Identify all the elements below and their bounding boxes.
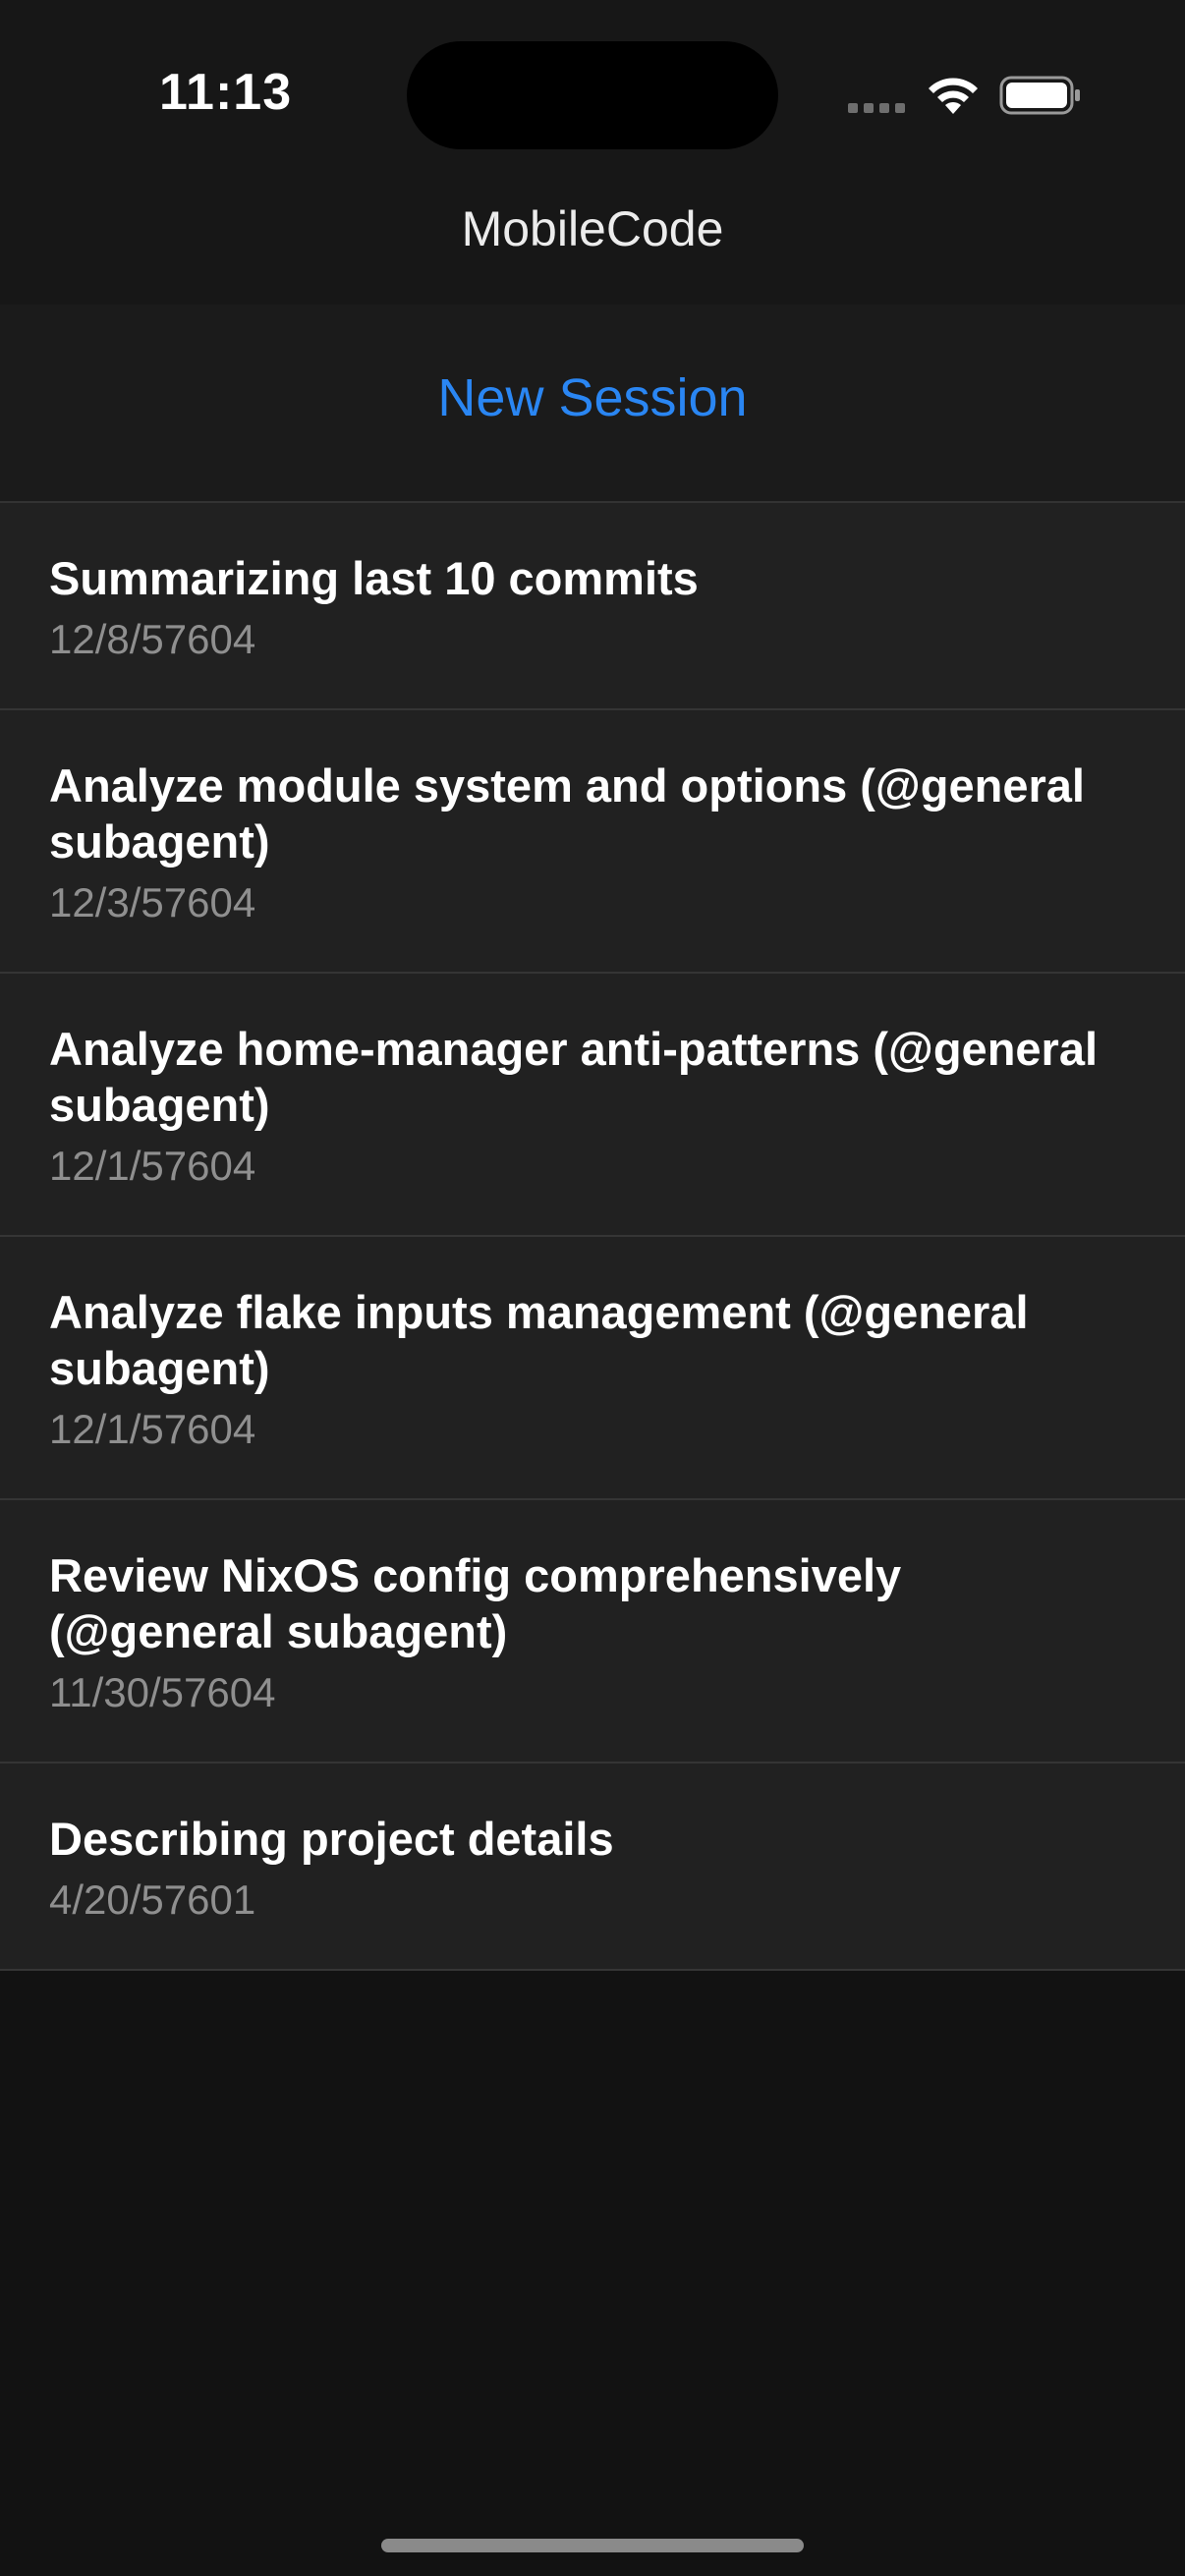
session-title: Summarizing last 10 commits (49, 552, 699, 604)
new-session-bar: New Session (0, 305, 1185, 503)
session-title: Analyze module system and options (@gene… (49, 759, 1085, 868)
session-title: Analyze flake inputs management (@genera… (49, 1286, 1029, 1394)
status-bar: 11:13 (0, 0, 1185, 187)
new-session-button[interactable]: New Session (0, 367, 1185, 428)
session-list-item[interactable]: Summarizing last 10 commits 12/8/57604 (0, 503, 1185, 710)
session-list: Summarizing last 10 commits 12/8/57604 A… (0, 503, 1185, 1971)
dynamic-island (407, 41, 778, 149)
session-date: 11/30/57604 (49, 1669, 276, 1715)
session-list-item[interactable]: Describing project details 4/20/57601 (0, 1764, 1185, 1971)
session-date: 12/1/57604 (49, 1143, 256, 1189)
session-date: 12/1/57604 (49, 1406, 256, 1452)
signal-icon (848, 103, 907, 115)
session-list-item[interactable]: Analyze module system and options (@gene… (0, 710, 1185, 974)
status-time: 11:13 (159, 64, 293, 121)
session-title: Describing project details (49, 1813, 614, 1865)
session-list-item[interactable]: Analyze home-manager anti-patterns (@gen… (0, 974, 1185, 1237)
session-list-item[interactable]: Review NixOS config comprehensively (@ge… (0, 1500, 1185, 1764)
session-date: 12/8/57604 (49, 616, 256, 662)
session-title: Analyze home-manager anti-patterns (@gen… (49, 1023, 1099, 1131)
navigation-bar: MobileCode (0, 187, 1185, 305)
session-list-item[interactable]: Analyze flake inputs management (@genera… (0, 1237, 1185, 1500)
session-date: 4/20/57601 (49, 1876, 256, 1923)
wifi-icon (929, 78, 978, 114)
session-title: Review NixOS config comprehensively (@ge… (49, 1549, 902, 1657)
page-title: MobileCode (461, 201, 724, 256)
home-indicator[interactable] (381, 2539, 804, 2552)
session-date: 12/3/57604 (49, 879, 256, 925)
battery-icon (999, 76, 1080, 115)
